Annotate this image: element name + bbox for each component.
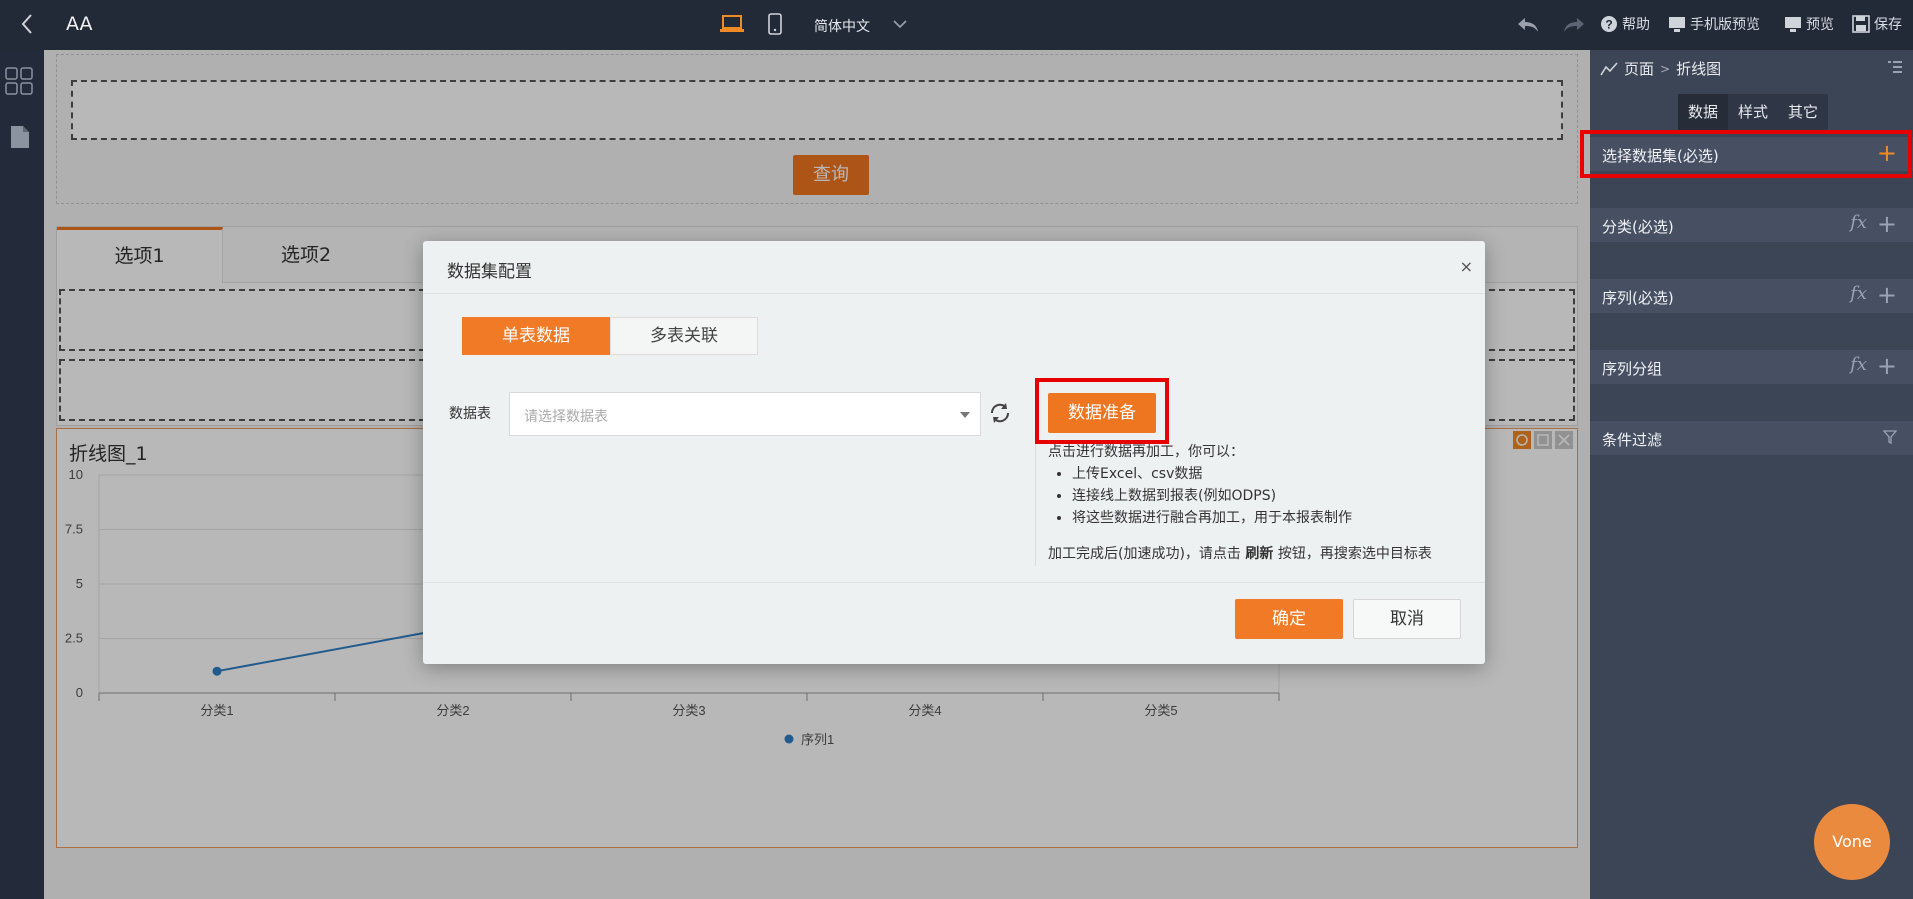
- help-text: 点击进行数据再加工，你可以： 上传Excel、csv数据 连接线上数据到报表(例…: [1048, 441, 1432, 565]
- table-field-label: 数据表: [449, 406, 491, 422]
- help-intro: 点击进行数据再加工，你可以：: [1048, 444, 1244, 460]
- tab-other[interactable]: 其它: [1778, 94, 1828, 130]
- breadcrumb: 页面 > 折线图: [1600, 58, 1721, 79]
- chevron-down-icon[interactable]: [893, 19, 907, 29]
- help-button[interactable]: ? 帮助: [1600, 14, 1650, 34]
- dataset-config-modal: 数据集配置 × 单表数据 多表关联 数据表 请选择数据表 数据准备 点击进行数据…: [423, 241, 1485, 664]
- filter-funnel-icon[interactable]: [1883, 430, 1897, 444]
- panel-tabs: 数据 样式 其它: [1678, 94, 1828, 130]
- language-select[interactable]: 简体中文: [814, 16, 870, 36]
- section-category[interactable]: 分类(必选) fx +: [1590, 208, 1913, 242]
- top-bar: AA 简体中文 ? 帮助 手机版预览 预览 保存: [0, 0, 1913, 50]
- confirm-button[interactable]: 确定: [1235, 599, 1343, 639]
- preview-icon: [1785, 17, 1801, 32]
- save-label: 保存: [1874, 17, 1902, 33]
- divider: [423, 293, 1485, 294]
- fx-formula-icon[interactable]: fx: [1850, 354, 1867, 375]
- breadcrumb-current: 折线图: [1676, 60, 1722, 78]
- help-label: 帮助: [1622, 17, 1650, 33]
- mobile-preview-button[interactable]: 手机版预览: [1668, 14, 1760, 34]
- add-plus-icon[interactable]: +: [1877, 281, 1897, 309]
- select-placeholder: 请选择数据表: [524, 409, 608, 425]
- help-done-suffix: 按钮，再搜索选中目标表: [1273, 546, 1432, 562]
- help-item: 上传Excel、csv数据: [1072, 463, 1432, 485]
- fx-formula-icon[interactable]: fx: [1850, 283, 1867, 304]
- data-mode-switch: 单表数据 多表关联: [462, 317, 758, 355]
- line-chart-icon: [1600, 61, 1618, 75]
- dataset-highlight-box: [1580, 130, 1912, 178]
- add-plus-icon[interactable]: +: [1877, 352, 1897, 380]
- desktop-device-icon[interactable]: [720, 14, 744, 34]
- mobile-device-icon[interactable]: [768, 13, 782, 35]
- monitor-icon: [1669, 17, 1685, 32]
- section-series[interactable]: 序列(必选) fx +: [1590, 279, 1913, 313]
- add-plus-icon[interactable]: +: [1877, 210, 1897, 238]
- data-prep-highlight-box: [1035, 378, 1169, 444]
- tab-style[interactable]: 样式: [1728, 94, 1778, 130]
- components-grid-icon[interactable]: [5, 67, 33, 95]
- help-item: 连接线上数据到报表(例如ODPS): [1072, 485, 1432, 507]
- left-rail: [0, 50, 44, 899]
- fx-formula-icon[interactable]: fx: [1850, 212, 1867, 233]
- section-condition-filter[interactable]: 条件过滤: [1590, 421, 1913, 455]
- section-label: 分类(必选): [1602, 218, 1674, 236]
- section-series-group[interactable]: 序列分组 fx +: [1590, 350, 1913, 384]
- save-icon: [1852, 15, 1870, 33]
- undo-icon[interactable]: [1517, 16, 1539, 34]
- modal-title: 数据集配置: [447, 262, 532, 282]
- help-refresh-keyword: 刷新: [1245, 546, 1274, 562]
- help-done-prefix: 加工完成后(加速成功)，请点击: [1048, 546, 1246, 562]
- app-title: AA: [66, 13, 93, 35]
- svg-text:?: ?: [1605, 18, 1612, 32]
- divider: [423, 582, 1485, 583]
- section-label: 序列(必选): [1602, 289, 1674, 307]
- tab-data[interactable]: 数据: [1678, 94, 1728, 130]
- table-select[interactable]: 请选择数据表: [509, 392, 981, 436]
- help-icon: ?: [1601, 16, 1617, 32]
- help-item: 将这些数据进行融合再加工，用于本报表制作: [1072, 507, 1432, 529]
- section-label: 序列分组: [1602, 360, 1663, 378]
- mobile-preview-label: 手机版预览: [1690, 17, 1760, 33]
- breadcrumb-page[interactable]: 页面: [1624, 58, 1654, 79]
- page-document-icon[interactable]: [10, 125, 30, 149]
- cancel-button[interactable]: 取消: [1353, 599, 1461, 639]
- multi-table-join-button[interactable]: 多表关联: [610, 317, 758, 355]
- refresh-icon[interactable]: [988, 401, 1012, 425]
- vone-floating-button[interactable]: Vone: [1814, 804, 1890, 880]
- preview-button[interactable]: 预览: [1784, 14, 1834, 34]
- redo-icon[interactable]: [1563, 16, 1585, 34]
- single-table-button[interactable]: 单表数据: [462, 317, 610, 355]
- help-done-text: 加工完成后(加速成功)，请点击 刷新 按钮，再搜索选中目标表: [1048, 543, 1432, 565]
- save-button[interactable]: 保存: [1852, 14, 1902, 34]
- back-arrow-icon[interactable]: [20, 13, 34, 35]
- outline-list-icon[interactable]: [1887, 60, 1903, 76]
- preview-label: 预览: [1806, 17, 1834, 33]
- chevron-down-icon: [960, 412, 970, 418]
- section-label: 条件过滤: [1602, 431, 1663, 449]
- help-list: 上传Excel、csv数据 连接线上数据到报表(例如ODPS) 将这些数据进行融…: [1048, 463, 1432, 529]
- close-icon[interactable]: ×: [1460, 257, 1473, 276]
- breadcrumb-separator: >: [1660, 61, 1671, 76]
